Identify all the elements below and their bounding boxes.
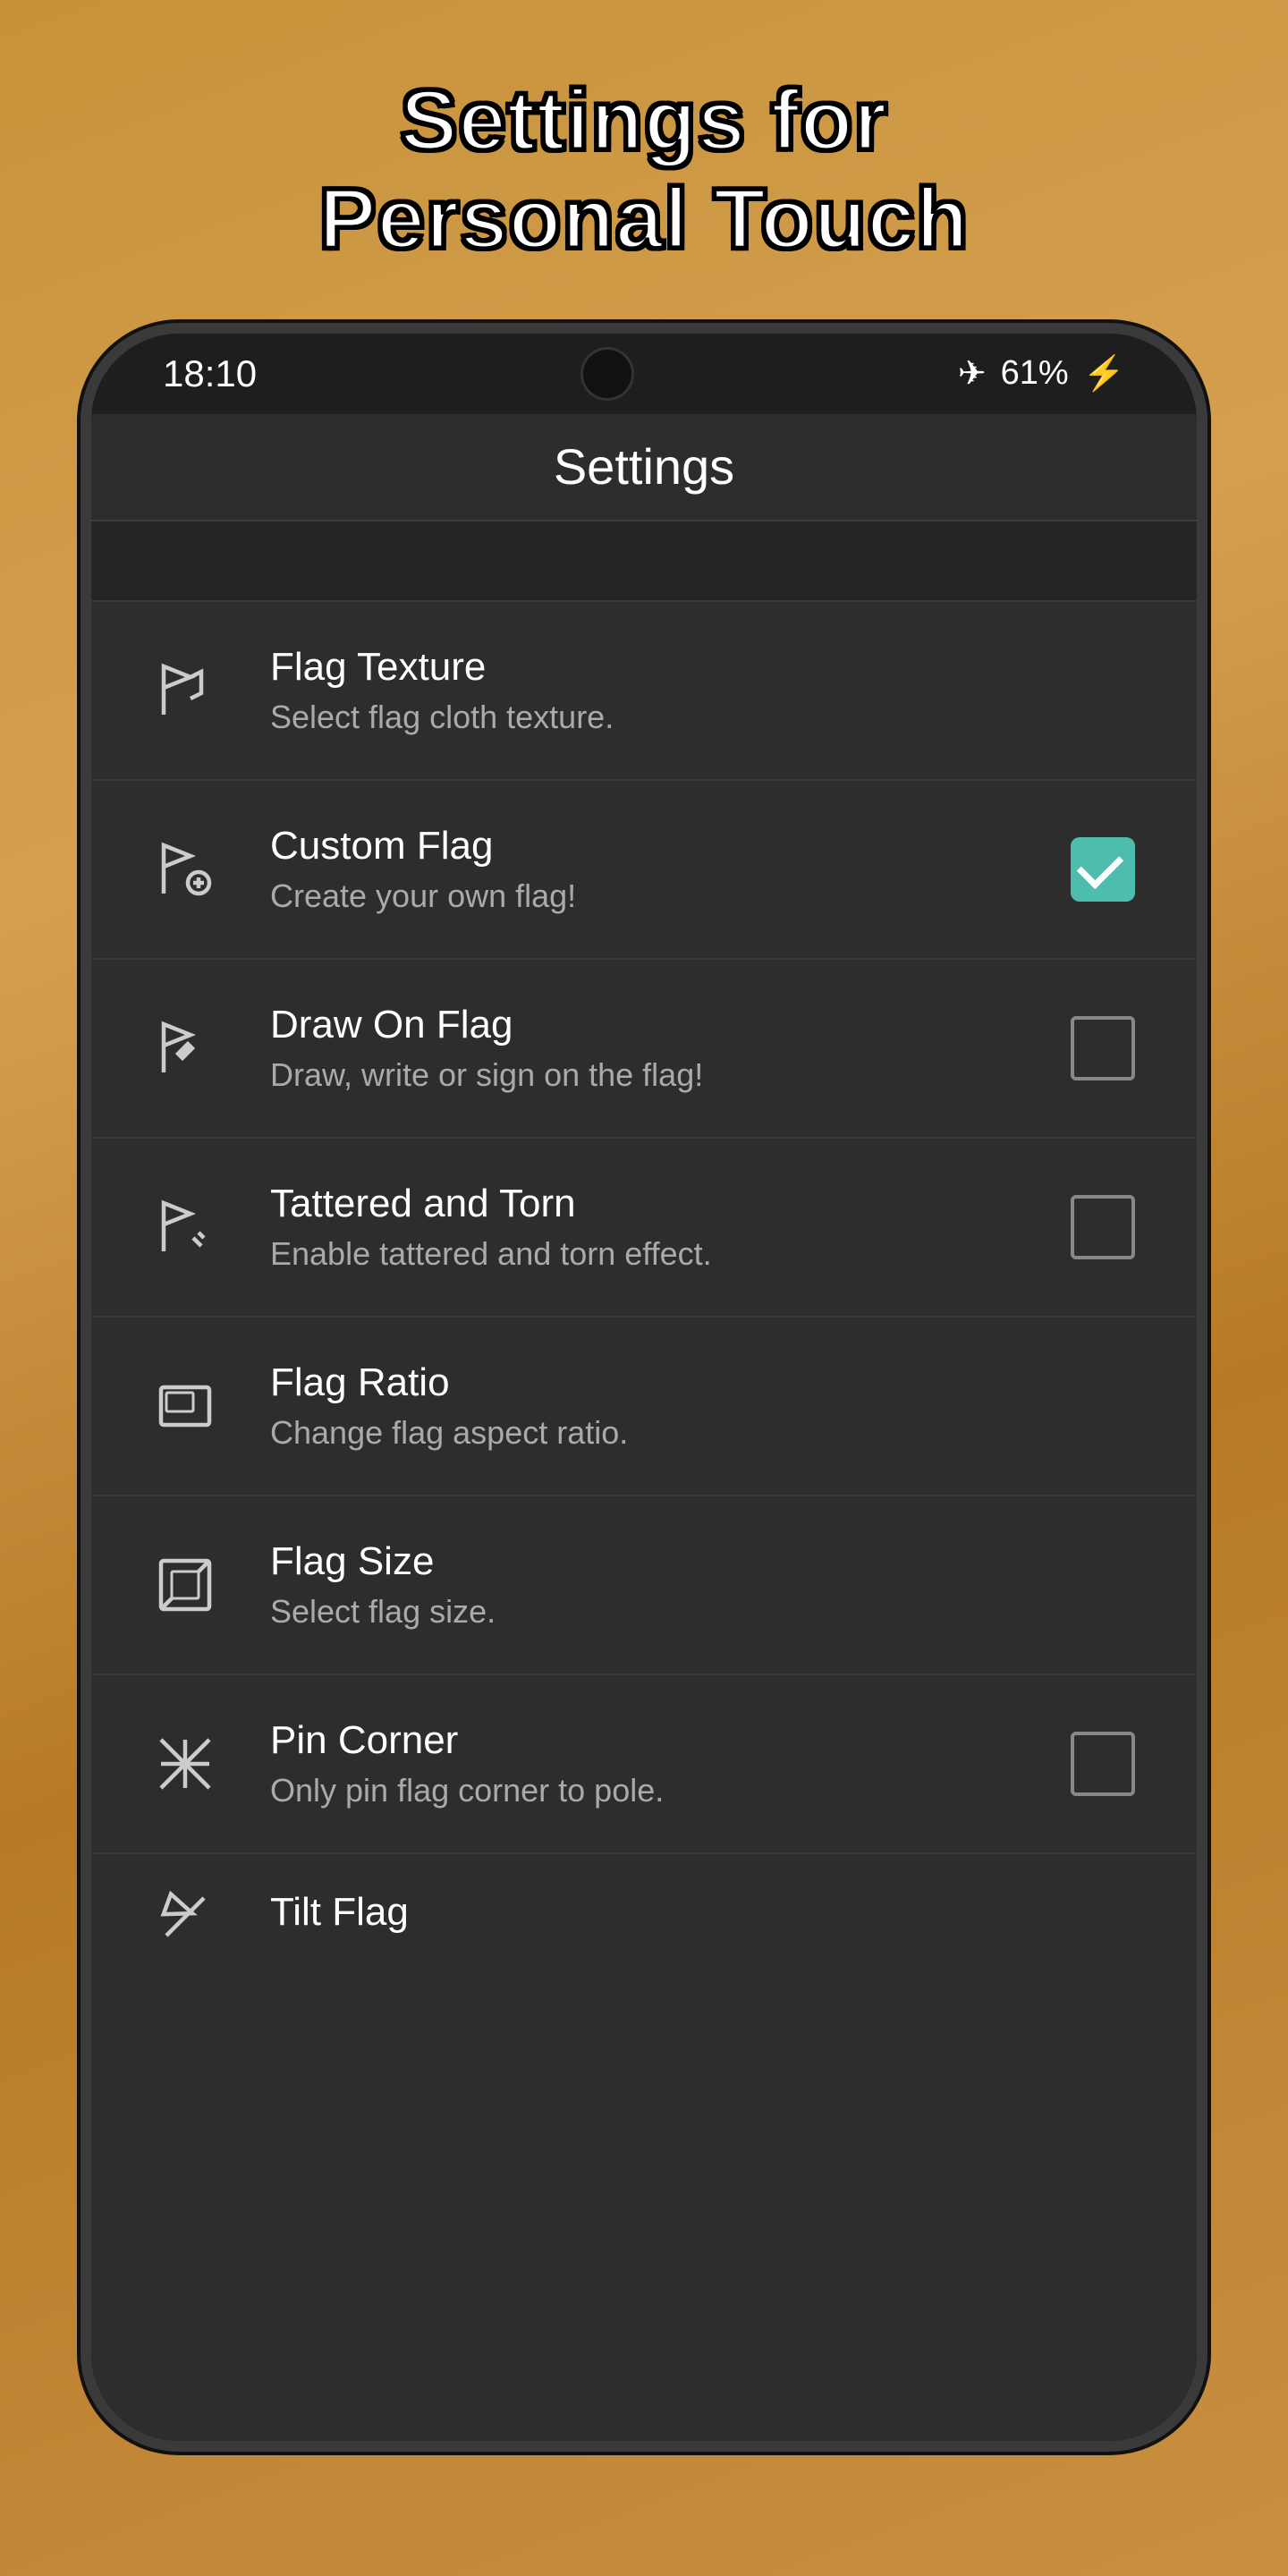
flag-ratio-subtitle: Change flag aspect ratio. <box>270 1414 1143 1452</box>
status-time: 18:10 <box>163 352 257 395</box>
side-button-right-2 <box>1200 1049 1208 1228</box>
flag-size-subtitle: Select flag size. <box>270 1593 1143 1631</box>
tattered-title: Tattered and Torn <box>270 1182 1063 1226</box>
status-bar: 18:10 ✈ 61% ⚡ <box>91 334 1197 414</box>
flag-ratio-title: Flag Ratio <box>270 1360 1143 1405</box>
flag-ratio-text: Flag Ratio Change flag aspect ratio. <box>270 1360 1143 1452</box>
custom-flag-text: Custom Flag Create your own flag! <box>270 824 1063 915</box>
pin-corner-subtitle: Only pin flag corner to pole. <box>270 1772 1063 1809</box>
pin-corner-control[interactable] <box>1063 1724 1143 1804</box>
settings-item-custom-flag[interactable]: Custom Flag Create your own flag! <box>91 781 1197 960</box>
draw-flag-subtitle: Draw, write or sign on the flag! <box>270 1056 1063 1094</box>
settings-item-flag-texture[interactable]: Flag Texture Select flag cloth texture. <box>91 602 1197 781</box>
airplane-icon: ✈ <box>958 353 987 394</box>
flag-texture-subtitle: Select flag cloth texture. <box>270 699 1143 736</box>
draw-flag-title: Draw On Flag <box>270 1003 1063 1047</box>
settings-item-tattered[interactable]: Tattered and Torn Enable tattered and to… <box>91 1139 1197 1318</box>
battery-text: 61% <box>1001 354 1069 393</box>
phone-frame: 18:10 ✈ 61% ⚡ Settings <box>80 323 1208 2452</box>
phone-screen: 18:10 ✈ 61% ⚡ Settings <box>91 334 1197 2441</box>
phone-wrapper: 18:10 ✈ 61% ⚡ Settings <box>72 323 1216 2576</box>
settings-item-draw-flag[interactable]: Draw On Flag Draw, write or sign on the … <box>91 960 1197 1139</box>
custom-flag-control[interactable] <box>1063 829 1143 910</box>
camera-notch <box>580 347 634 401</box>
flag-texture-title: Flag Texture <box>270 645 1143 690</box>
flag-texture-text: Flag Texture Select flag cloth texture. <box>270 645 1143 736</box>
tattered-text: Tattered and Torn Enable tattered and to… <box>270 1182 1063 1273</box>
settings-item-pin-corner[interactable]: Pin Corner Only pin flag corner to pole. <box>91 1675 1197 1854</box>
bolt-icon: ⚡ <box>1083 354 1125 394</box>
app-topbar: Settings <box>91 414 1197 521</box>
page-title: Settings for Personal Touch <box>211 0 1076 323</box>
tilt-icon <box>145 1877 225 1957</box>
pin-corner-title: Pin Corner <box>270 1718 1063 1763</box>
status-right: ✈ 61% ⚡ <box>958 353 1125 394</box>
tattered-subtitle: Enable tattered and torn effect. <box>270 1235 1063 1273</box>
checkbox-unchecked-pin[interactable] <box>1071 1732 1135 1796</box>
checkbox-unchecked-tattered[interactable] <box>1071 1195 1135 1259</box>
settings-list: Flag Texture Select flag cloth texture. <box>91 602 1197 2441</box>
size-icon <box>145 1545 225 1625</box>
tattered-flag-icon <box>145 1187 225 1267</box>
pin-corner-text: Pin Corner Only pin flag corner to pole. <box>270 1718 1063 1809</box>
settings-item-tilt-flag[interactable]: Tilt Flag <box>91 1854 1197 1979</box>
tilt-flag-text: Tilt Flag <box>270 1890 1143 1944</box>
tattered-control[interactable] <box>1063 1187 1143 1267</box>
flag-texture-icon <box>145 650 225 731</box>
custom-flag-title: Custom Flag <box>270 824 1063 869</box>
checkbox-unchecked-draw-flag[interactable] <box>1071 1016 1135 1080</box>
flag-size-title: Flag Size <box>270 1539 1143 1584</box>
flag-size-text: Flag Size Select flag size. <box>270 1539 1143 1631</box>
custom-flag-subtitle: Create your own flag! <box>270 877 1063 915</box>
ratio-icon <box>145 1366 225 1446</box>
app-topbar-title: Settings <box>554 437 734 496</box>
custom-flag-icon <box>145 829 225 910</box>
side-button-right <box>1200 870 1208 978</box>
checkbox-checked-custom-flag[interactable] <box>1071 837 1135 902</box>
tilt-flag-title: Tilt Flag <box>270 1890 1143 1935</box>
settings-item-flag-ratio[interactable]: Flag Ratio Change flag aspect ratio. <box>91 1318 1197 1496</box>
pin-icon <box>145 1724 225 1804</box>
settings-item-flag-size[interactable]: Flag Size Select flag size. <box>91 1496 1197 1675</box>
draw-flag-control[interactable] <box>1063 1008 1143 1089</box>
draw-flag-text: Draw On Flag Draw, write or sign on the … <box>270 1003 1063 1094</box>
draw-flag-icon <box>145 1008 225 1089</box>
section-divider <box>91 521 1197 602</box>
